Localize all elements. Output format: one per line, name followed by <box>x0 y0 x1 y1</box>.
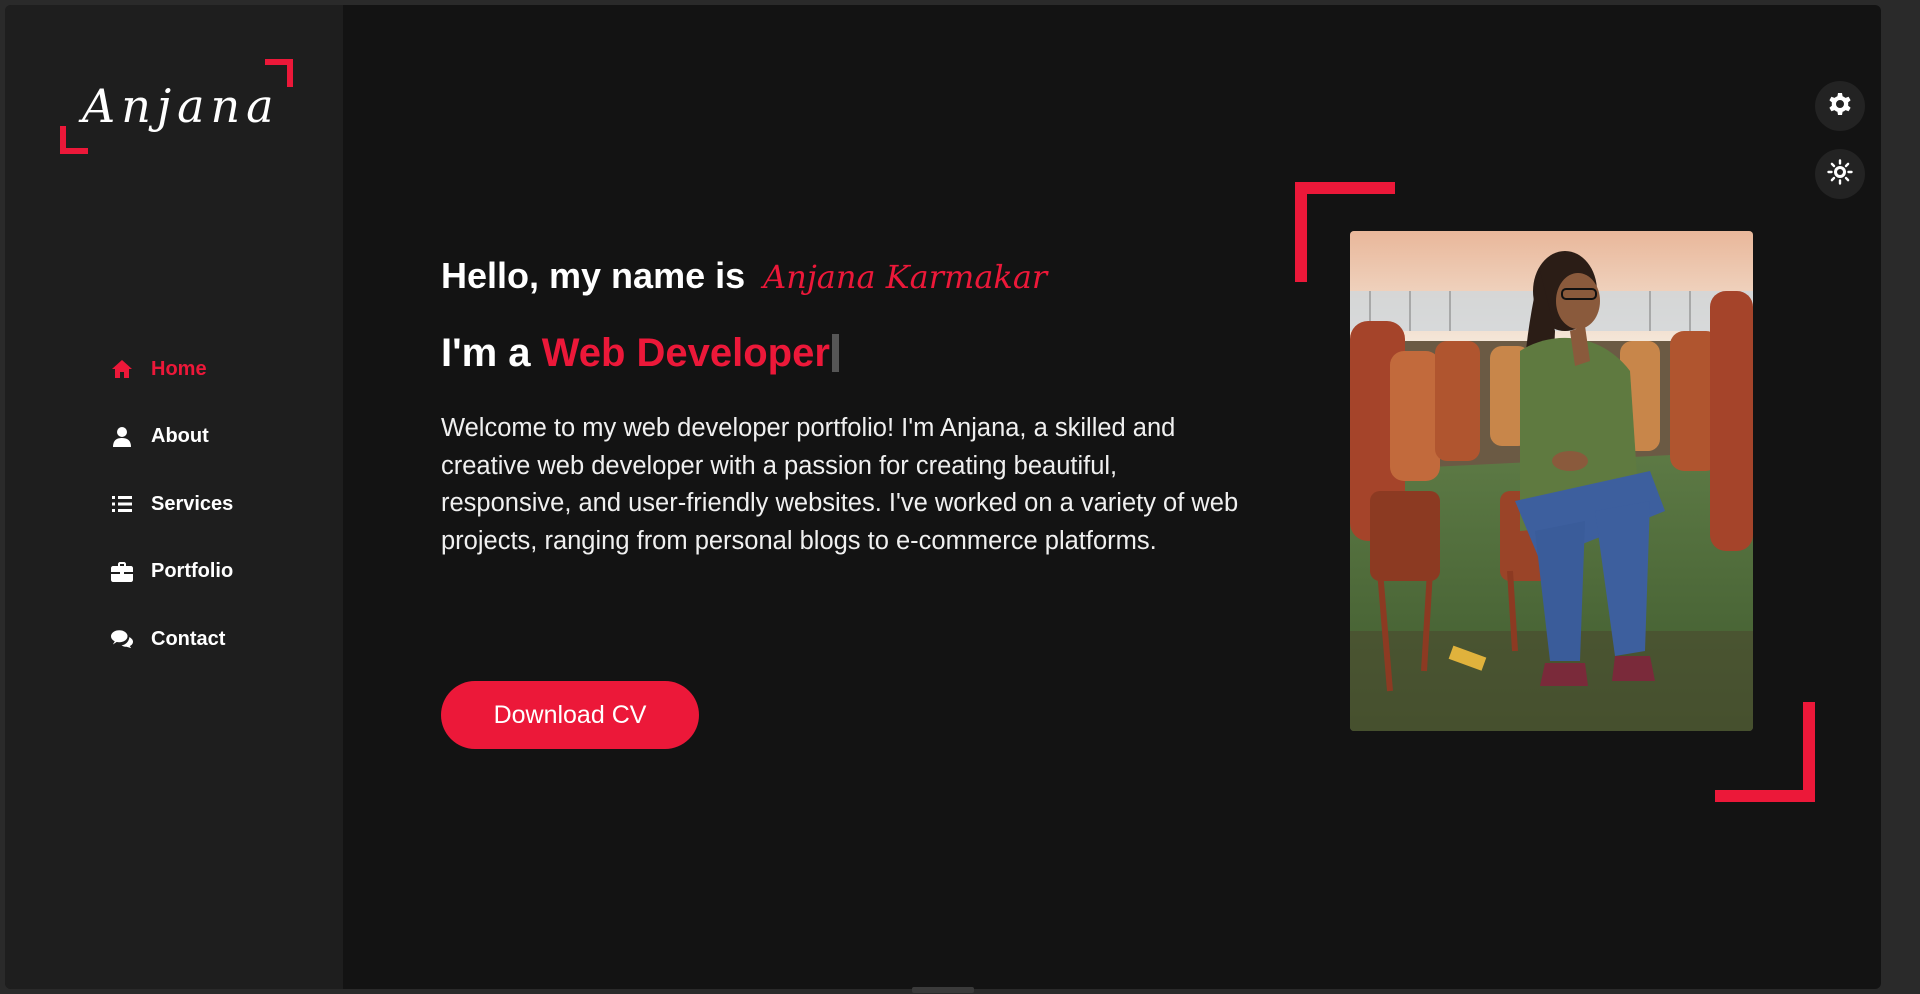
app-window: Anjana Home About Services Portfolio Con… <box>5 5 1881 989</box>
nav-item-about[interactable]: About <box>111 423 233 451</box>
typing-cursor <box>831 334 839 372</box>
role-heading: I'm a Web Developer <box>441 331 839 376</box>
sun-icon <box>1827 159 1853 189</box>
nav-item-portfolio[interactable]: Portfolio <box>111 558 233 586</box>
list-icon <box>111 493 133 515</box>
comments-icon <box>111 628 133 650</box>
scroll-indicator[interactable] <box>912 987 974 993</box>
greeting-text: Hello, my name is <box>441 255 746 296</box>
profile-photo-image <box>1350 231 1753 731</box>
role-prefix: I'm a <box>441 331 531 375</box>
download-cv-button[interactable]: Download CV <box>441 681 699 749</box>
user-icon <box>111 426 133 448</box>
briefcase-icon <box>111 561 133 583</box>
nav-item-contact[interactable]: Contact <box>111 625 233 653</box>
profile-photo <box>1350 231 1753 731</box>
nav-item-label: Portfolio <box>151 560 234 582</box>
nav-item-label: About <box>151 425 209 447</box>
logo-text: Anjana <box>82 79 280 133</box>
nav-item-services[interactable]: Services <box>111 490 233 518</box>
nav-item-label: Services <box>151 492 234 515</box>
main-nav: Home About Services Portfolio Contact <box>111 355 233 693</box>
profile-photo-frame <box>1295 182 1815 802</box>
logo[interactable]: Anjana <box>60 59 293 154</box>
role-text: Web Developer <box>541 331 830 375</box>
nav-item-home[interactable]: Home <box>111 355 233 383</box>
intro-paragraph: Welcome to my web developer portfolio! I… <box>441 414 1239 555</box>
settings-button[interactable] <box>1815 81 1865 131</box>
name-text: Anjana Karmakar <box>763 258 1048 296</box>
gear-icon <box>1827 91 1853 121</box>
home-icon <box>111 358 133 380</box>
theme-toggle-button[interactable] <box>1815 149 1865 199</box>
nav-item-label: Home <box>151 357 207 380</box>
greeting-heading: Hello, my name is Anjana Karmakar <box>441 255 1047 297</box>
sidebar: Anjana Home About Services Portfolio Con… <box>5 5 343 989</box>
nav-item-label: Contact <box>151 627 226 650</box>
